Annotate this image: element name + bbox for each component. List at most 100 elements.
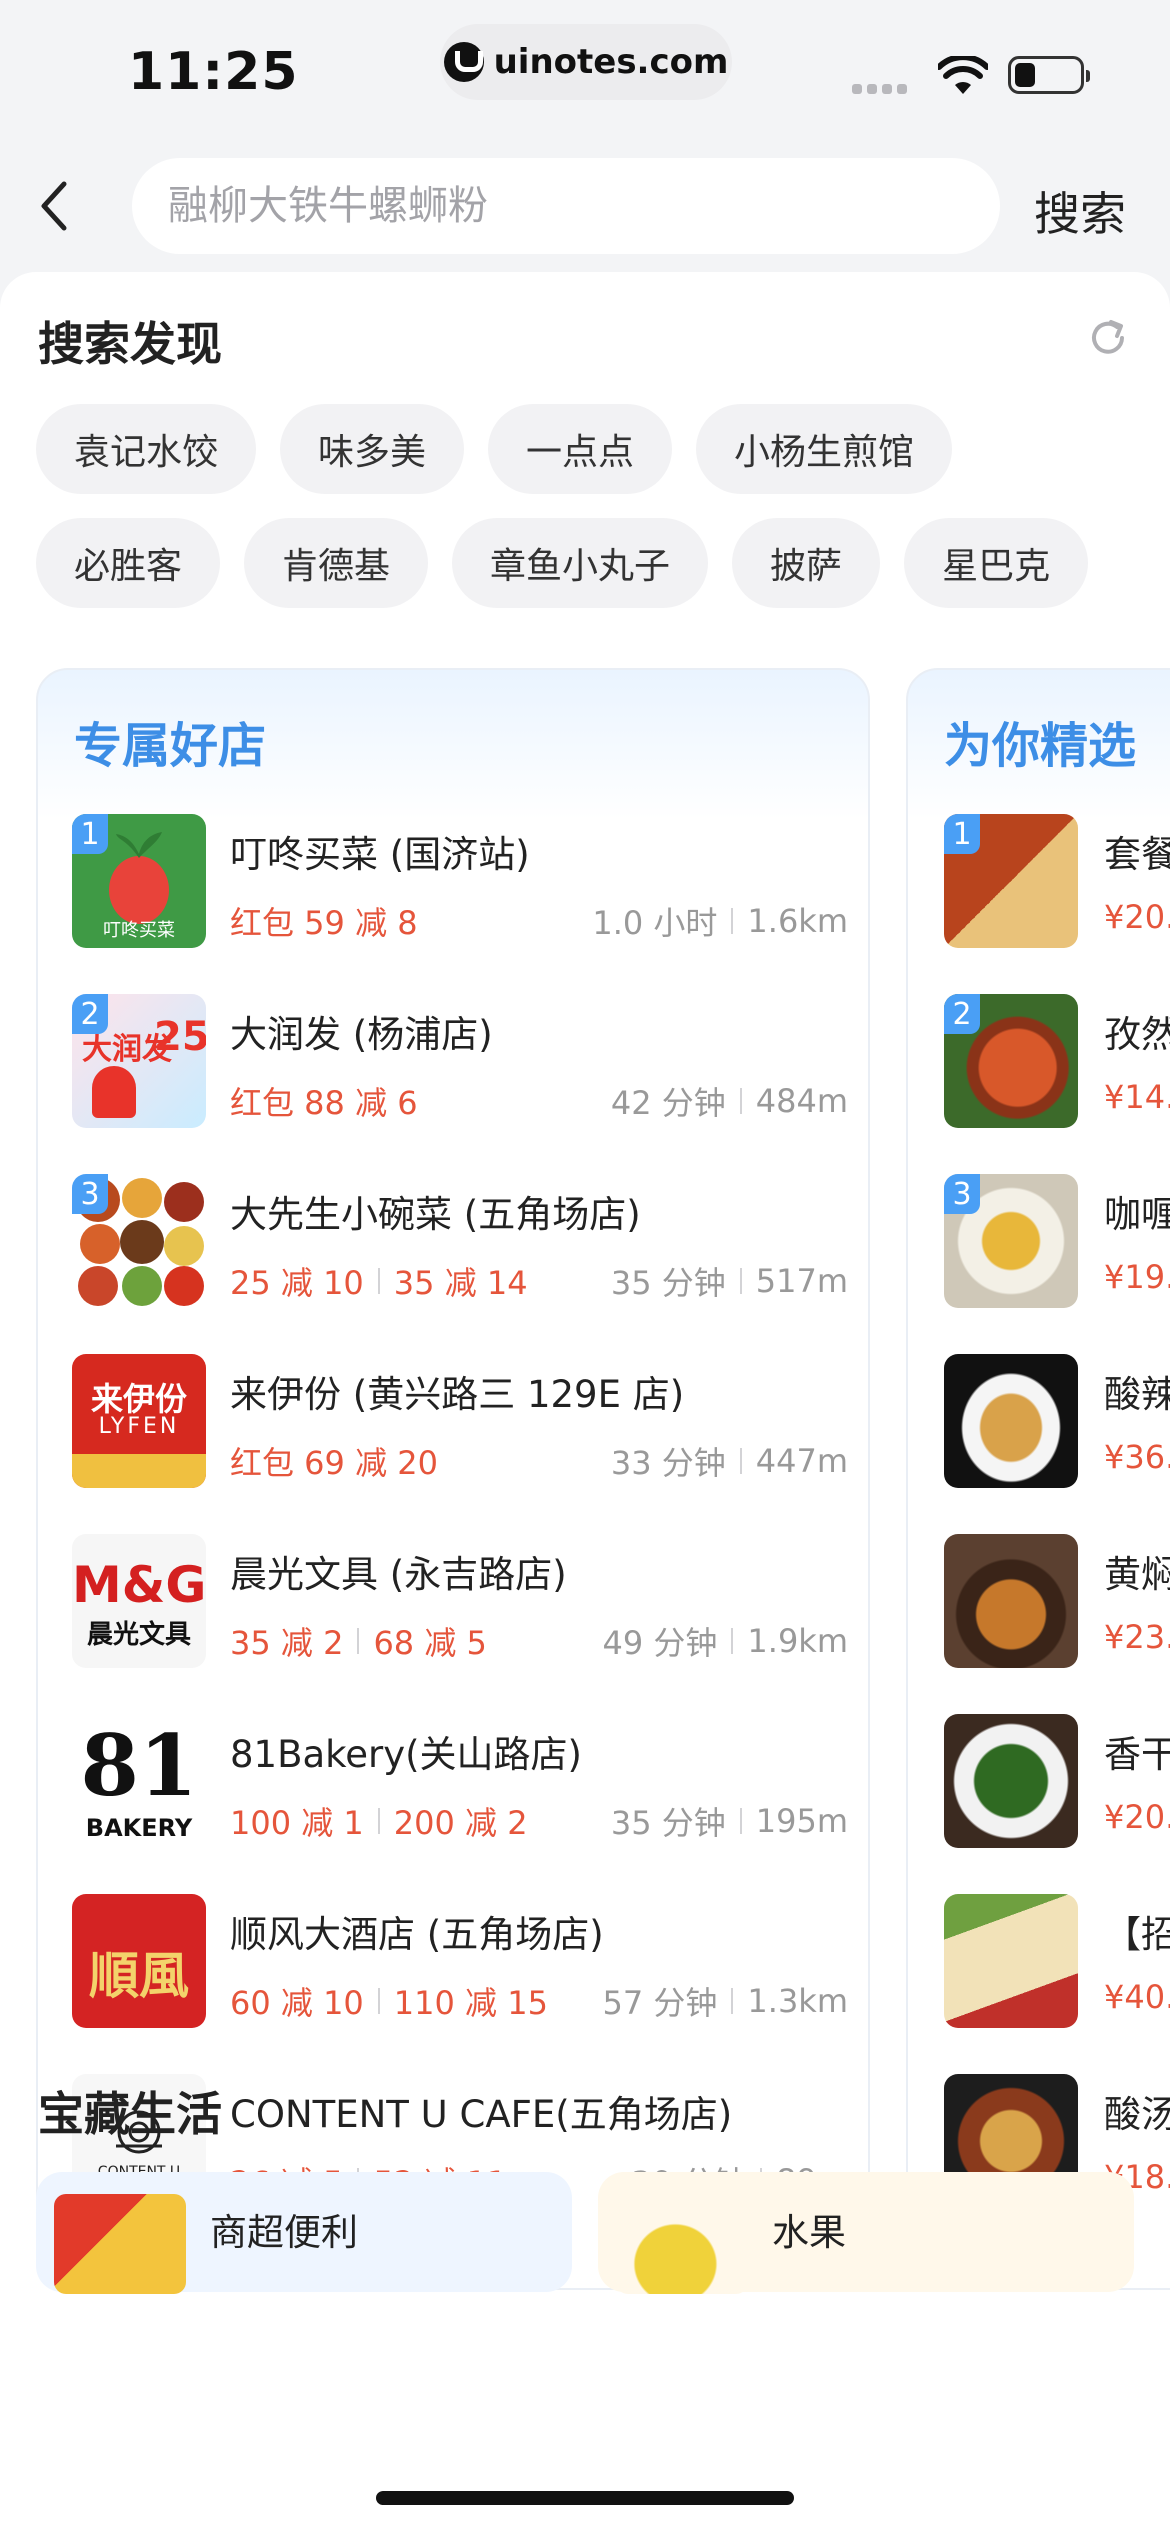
delivery-time: 33 分钟 [610,1444,726,1482]
store-distance: 447m [755,1442,848,1480]
pick-name: 黄焖 [1104,1553,1170,1596]
battery-icon [1008,56,1090,94]
store-logo: 大润发 25 2 [72,994,206,1128]
store-row[interactable]: 3 大先生小碗菜 (五角场店) 25 减 10 35 减 14 35 分钟 517m [72,1174,848,1308]
home-indicator[interactable] [376,2491,794,2505]
store-logo: 叮咚买菜 1 [72,814,206,948]
store-name: 晨光文具 (永吉路店) [230,1553,567,1596]
store-row[interactable]: 81 BAKERY 81Bakery(关山路店) 100 减 1 200 减 2 … [72,1714,848,1848]
store-distance: 1.6km [747,902,848,940]
store-promo: 100 减 1 200 减 2 [230,1798,528,1844]
store-meta: 35 分钟 517m [611,1258,848,1304]
store-promo: 红包 59 减 8 [230,898,418,944]
category-card-fruit[interactable]: 水果 [598,2172,1134,2294]
store-promo: 25 减 10 35 减 14 [230,1258,528,1304]
dish-image [944,1534,1078,1668]
store-name: 大润发 (杨浦店) [230,1013,493,1056]
delivery-time: 57 分钟 [602,1984,718,2022]
store-logo: M&G 晨光文具 [72,1534,206,1668]
store-row[interactable]: 来伊份 LYFEN 来伊份 (黄兴路三 129E 店) 红包 69 减 20 3… [72,1354,848,1488]
chip-takoyaki[interactable]: 章鱼小丸子 [452,518,709,608]
store-row[interactable]: 大润发 25 2 大润发 (杨浦店) 红包 88 减 6 42 分钟 484m [72,994,848,1128]
rank-badge: 1 [944,814,980,854]
url-pill[interactable]: uinotes.com [440,24,732,100]
chip-weiduomei[interactable]: 味多美 [280,404,465,494]
content-sheet: 搜索发现 袁记水饺 味多美 一点点 小杨生煎馆 必胜客 肯德基 章鱼小丸子 披萨… [0,272,1170,2532]
promo-tag: 红包 59 减 8 [230,904,418,942]
delivery-time: 35 分钟 [610,1804,726,1842]
promo-tag: 200 减 2 [393,1804,528,1842]
store-logo-text: 81 [80,1716,198,1815]
promo-tag: 110 减 15 [393,1984,548,2022]
rank-badge: 1 [72,814,108,854]
store-row[interactable]: M&G 晨光文具 晨光文具 (永吉路店) 35 减 2 68 减 5 49 分钟 1… [72,1534,848,1668]
promo-tag: 60 减 10 [230,1984,364,2022]
pick-item[interactable]: 3 咖喱 ¥19.8 [944,1174,1170,1308]
pick-item[interactable]: 1 套餐 ¥20. [944,814,1170,948]
store-name: 来伊份 (黄兴路三 129E 店) [230,1373,685,1416]
chip-kfc[interactable]: 肯德基 [244,518,429,608]
category-image [54,2194,186,2294]
store-promo: 红包 69 减 20 [230,1438,438,1484]
status-time: 11:25 [128,42,299,102]
store-row[interactable]: 順風 顺风大酒店 (五角场店) 60 减 10 110 减 15 57 分钟 1.3… [72,1894,848,2028]
dish-image [944,1714,1078,1848]
chips-row-2: 必胜客 肯德基 章鱼小丸子 披萨 星巴克 [36,518,1089,608]
dish-image: 3 [944,1174,1078,1308]
rank-badge: 3 [944,1174,980,1214]
store-distance: 1.3km [747,1982,848,2020]
site-logo-icon [443,42,484,82]
search-input[interactable] [132,158,1000,254]
pick-item[interactable]: 2 孜然 ¥14.9 [944,994,1170,1128]
pick-item[interactable]: 黄焖 ¥23. [944,1534,1170,1668]
mascot-icon [92,1066,136,1118]
chip-pizza[interactable]: 披萨 [732,518,881,608]
store-promo: 红包 88 减 6 [230,1078,418,1124]
chip-xiaoyang[interactable]: 小杨生煎馆 [696,404,953,494]
pick-name: 【招 [1104,1913,1170,1956]
chips-row-1: 袁记水饺 味多美 一点点 小杨生煎馆 [36,404,953,494]
delivery-time: 1.0 小时 [592,904,718,942]
category-label: 商超便利 [210,2211,358,2254]
store-meta: 57 分钟 1.3km [603,1978,849,2024]
pick-item[interactable]: 香干 ¥20.0 [944,1714,1170,1848]
pick-price: ¥23. [1104,1618,1170,1656]
store-promo: 35 减 2 68 减 5 [230,1618,487,1664]
pick-name: 香干 [1104,1733,1170,1776]
picks-title: 为你精选 [944,718,1137,774]
back-button[interactable] [36,176,88,236]
pick-item[interactable]: 酸辣 ¥36. [944,1354,1170,1488]
exclusive-stores-card: 专属好店 叮咚买菜 1 叮咚买菜 (国济站) 红包 59 减 8 1.0 小时 1… [36,668,870,2290]
chip-yuanji[interactable]: 袁记水饺 [36,404,257,494]
pick-price: ¥19.8 [1104,1258,1170,1296]
promo-tag: 35 减 14 [393,1264,528,1302]
chip-starbucks[interactable]: 星巴克 [904,518,1089,608]
category-card-supermarket[interactable]: 商超便利 [36,2172,572,2294]
pick-name: 套餐 [1104,833,1170,876]
store-row[interactable]: 叮咚买菜 1 叮咚买菜 (国济站) 红包 59 减 8 1.0 小时 1.6km [72,814,848,948]
store-distance: 195m [755,1802,848,1840]
promo-tag: 25 减 10 [230,1264,364,1302]
pick-name: 咖喱 [1104,1193,1170,1236]
refresh-icon[interactable] [1086,316,1130,360]
chevron-left-icon [41,181,67,231]
store-meta: 1.0 小时 1.6km [592,898,848,944]
chip-yidiandian[interactable]: 一点点 [488,404,673,494]
promo-tag: 红包 88 减 6 [230,1084,418,1122]
promo-tag: 35 减 2 [230,1624,344,1662]
promo-tag: 68 减 5 [373,1624,487,1662]
search-field[interactable] [132,158,1000,254]
pick-price: ¥20. [1104,898,1170,936]
pick-price: ¥40. [1104,1978,1170,2016]
store-name: 顺风大酒店 (五角场店) [230,1913,604,1956]
delivery-time: 49 分钟 [602,1624,718,1662]
store-logo: 来伊份 LYFEN [72,1354,206,1488]
pick-item[interactable]: 【招 ¥40. [944,1894,1170,2028]
store-promo: 60 减 10 110 减 15 [230,1978,548,2024]
promo-tag: 红包 69 减 20 [230,1444,438,1482]
pick-price: ¥14.9 [1104,1078,1170,1116]
store-meta: 35 分钟 195m [611,1798,848,1844]
search-button[interactable]: 搜索 [1034,178,1126,244]
pick-name: 孜然 [1104,1013,1170,1056]
chip-pizzahut[interactable]: 必胜客 [36,518,221,608]
